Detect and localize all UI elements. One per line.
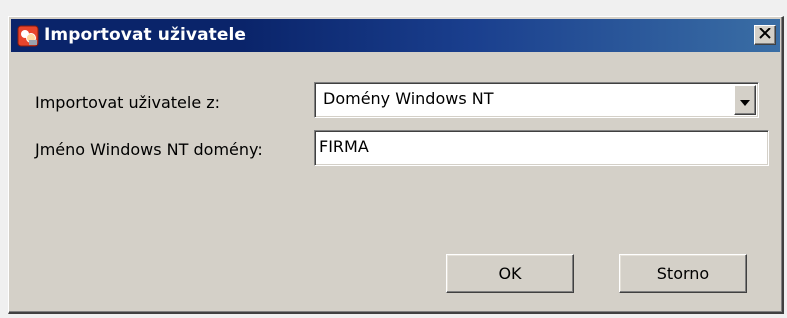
import-from-value: Domény Windows NT: [323, 89, 494, 108]
dropdown-button[interactable]: [734, 85, 756, 115]
app-icon: [17, 25, 39, 47]
import-from-select[interactable]: Domény Windows NT: [314, 82, 759, 118]
import-users-dialog: Importovat uživatele Importovat uživatel…: [8, 16, 784, 314]
close-button[interactable]: [754, 25, 776, 45]
close-icon: [759, 26, 771, 44]
domain-name-value: FIRMA: [319, 137, 369, 156]
domain-name-input[interactable]: FIRMA: [314, 130, 769, 166]
cancel-button[interactable]: Storno: [619, 254, 747, 293]
ok-button[interactable]: OK: [446, 254, 574, 293]
chevron-down-icon: [740, 91, 750, 110]
title-bar[interactable]: Importovat uživatele: [11, 19, 780, 52]
window-title: Importovat uživatele: [44, 25, 247, 45]
domain-name-label: Jméno Windows NT domény:: [35, 140, 263, 159]
import-from-label: Importovat uživatele z:: [35, 93, 221, 112]
